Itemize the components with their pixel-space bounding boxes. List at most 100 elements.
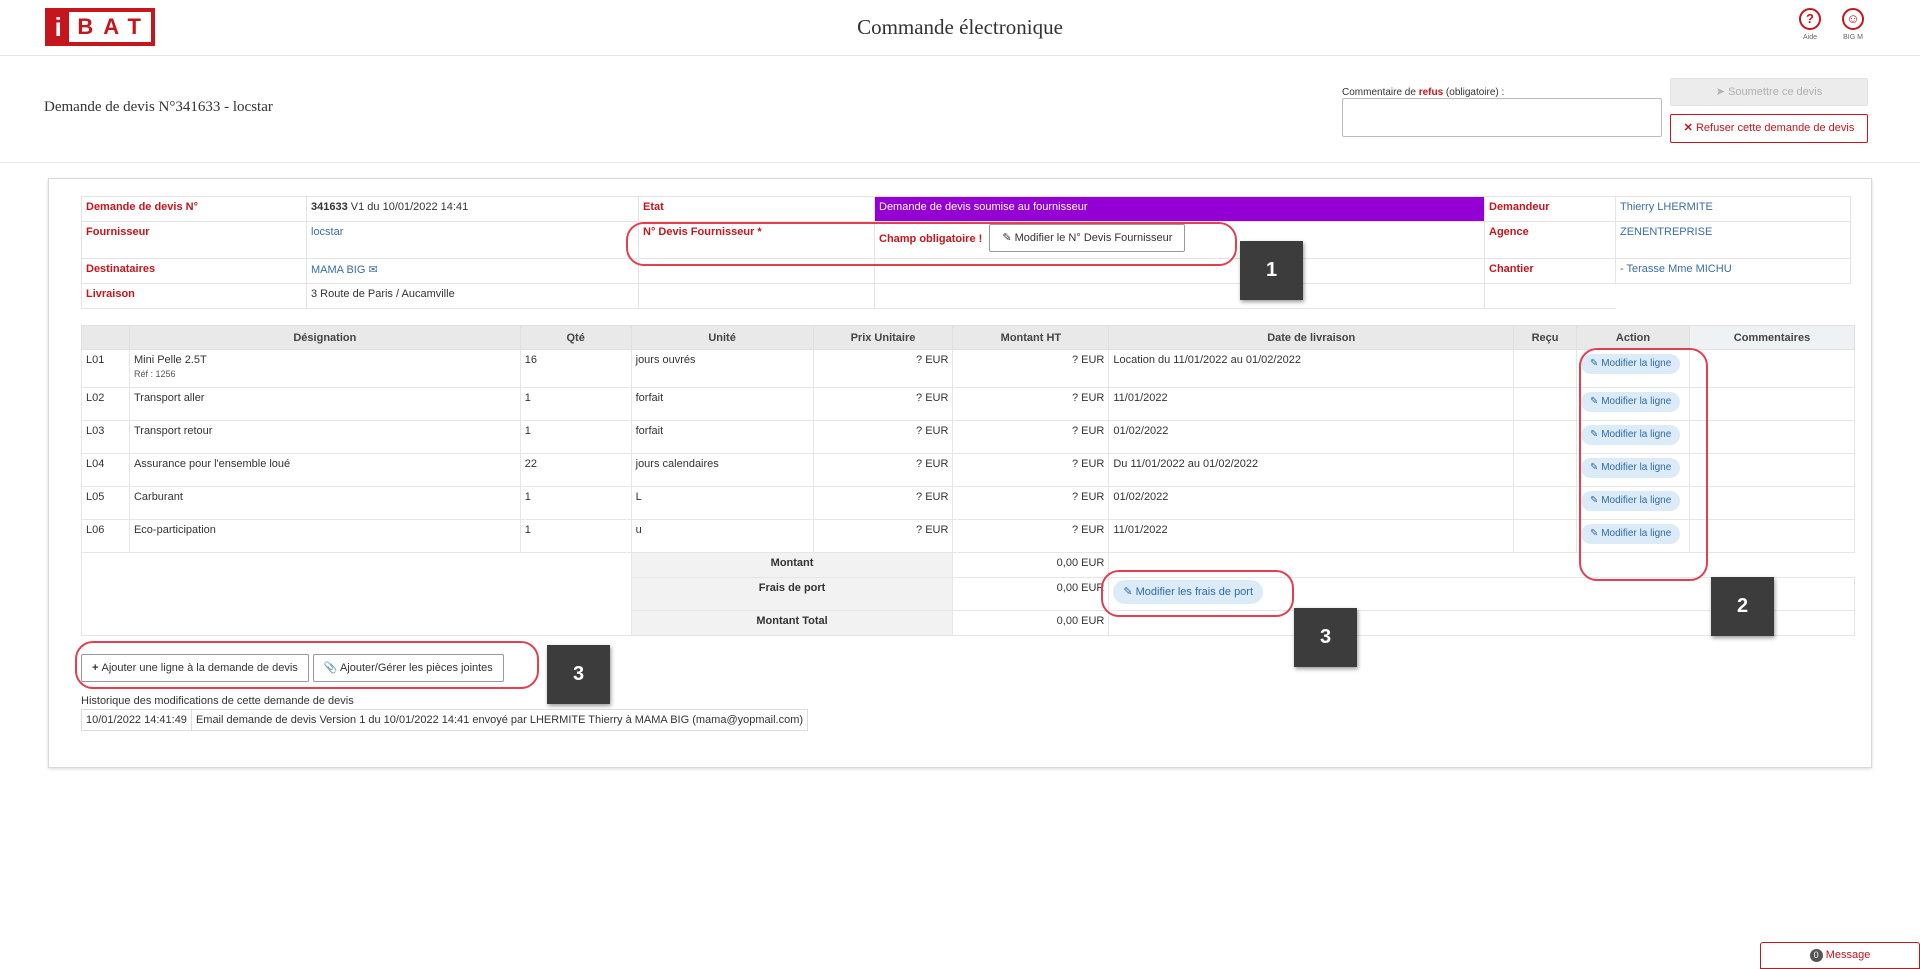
line-received [1513,453,1578,487]
totals-spacer [81,552,632,636]
user-button[interactable]: ☺ BIG M [1838,8,1868,41]
line-unit: forfait [630,387,814,421]
demandeur-label: Demandeur [1484,196,1616,222]
line-delivery-date: Location du 11/01/2022 au 01/02/2022 [1108,349,1515,388]
total-label: Montant Total [630,610,954,636]
line-delivery-date: 11/01/2022 [1108,387,1515,421]
history-table: 10/01/2022 14:41:49 Email demande de dev… [81,709,809,731]
livraison-label: Livraison [81,283,307,309]
line-designation: Mini Pelle 2.5T Réf : 1256 [128,349,521,388]
line-unit-price: ? EUR [812,420,954,454]
etat-value: Demande de devis soumise au fournisseur [874,196,1485,222]
demande-label: Demande de devis N° [81,196,307,222]
agence-value[interactable]: ZENENTREPRISE [1615,221,1851,259]
comment-label-prefix: Commentaire de [1342,87,1419,98]
montant-value: 0,00 EUR [952,552,1110,578]
help-button[interactable]: ? Aide [1795,8,1825,41]
annotation-highlight-2 [1579,348,1708,581]
demande-number: 341633 [311,201,348,213]
history-title: Historique des modifications de cette de… [81,695,354,707]
annotation-highlight-3-shipping [1101,570,1294,617]
envelope-icon[interactable]: ✉ [368,264,377,276]
demandeur-value[interactable]: Thierry LHERMITE [1615,196,1851,222]
frais-label: Frais de port [630,577,954,611]
destinataires-value[interactable]: MAMA BIG ✉ [306,258,639,284]
empty-cell [874,283,1485,309]
col-designation: Désignation [128,325,521,350]
line-amount-ht: ? EUR [952,387,1110,421]
annotation-badge-1: 1 [1240,241,1303,300]
line-delivery-date: 01/02/2022 [1108,486,1515,520]
annotation-badge-2: 2 [1711,577,1774,636]
line-qty: 1 [519,420,632,454]
destinataire-name: MAMA BIG [311,264,366,276]
message-button[interactable]: 0 Message [1760,942,1920,969]
line-amount-ht: ? EUR [952,349,1110,388]
send-icon: ➤ [1715,86,1729,98]
line-received [1513,420,1578,454]
annotation-highlight-3-buttons [75,641,539,689]
line-unit-price: ? EUR [812,349,954,388]
col-action: Action [1576,325,1690,350]
col-delivery-date: Date de livraison [1108,325,1515,350]
line-qty: 16 [519,349,632,388]
user-icon: ☺ [1842,8,1864,30]
line-code: L03 [81,420,130,454]
comment-label: Commentaire de refus (obligatoire) : [1342,87,1504,98]
close-icon: ✕ [1683,122,1696,134]
line-delivery-date: 11/01/2022 [1108,519,1515,553]
etat-label: Etat [638,196,875,222]
line-comments [1689,349,1855,388]
line-amount-ht: ? EUR [952,420,1110,454]
submit-quote-button[interactable]: ➤ Soumettre ce devis [1670,78,1868,106]
line-comments [1689,486,1855,520]
page-title: Demande de devis N°341633 - locstar [44,99,273,115]
line-code: L04 [81,453,130,487]
fournisseur-value[interactable]: locstar [306,221,639,259]
annotation-badge-3-buttons: 3 [547,645,610,704]
montant-label: Montant [630,552,954,578]
chantier-value[interactable]: - Terasse Mme MICHU [1615,258,1851,284]
line-amount-ht: ? EUR [952,453,1110,487]
refuse-request-label: Refuser cette demande de devis [1695,122,1855,134]
col-amount-ht: Montant HT [952,325,1110,350]
col-code [81,325,130,350]
line-comments [1689,387,1855,421]
line-designation: Carburant [128,486,521,520]
demande-version: V1 du 10/01/2022 14:41 [347,201,469,213]
line-delivery-date: Du 11/01/2022 au 01/02/2022 [1108,453,1515,487]
col-qty: Qté [519,325,632,350]
help-label: Aide [1802,34,1817,41]
refuse-request-button[interactable]: ✕ Refuser cette demande de devis [1670,114,1868,143]
line-unit-price: ? EUR [812,519,954,553]
destinataires-label: Destinataires [81,258,307,284]
user-label: BIG M [1843,34,1863,41]
line-qty: 1 [519,387,632,421]
line-unit-price: ? EUR [812,453,954,487]
comment-label-bold: refus [1418,87,1444,98]
header-divider [0,162,1920,163]
top-bar: i BAT Commande électronique ? Aide ☺ BIG… [0,0,1920,56]
annotation-badge-3-shipping: 3 [1294,608,1357,667]
history-text: Email demande de devis Version 1 du 10/0… [190,709,809,731]
line-qty: 1 [519,519,632,553]
designation-text: Mini Pelle 2.5T [133,354,207,366]
refusal-comment-input[interactable] [1342,98,1662,137]
comment-label-suffix: (obligatoire) : [1443,87,1505,98]
agence-label: Agence [1484,221,1616,259]
line-unit-price: ? EUR [812,486,954,520]
submit-quote-label: Soumettre ce devis [1728,86,1823,98]
line-designation: Transport retour [128,420,521,454]
line-code: L01 [81,349,130,388]
demande-value: 341633 V1 du 10/01/2022 14:41 [306,196,639,222]
annotation-highlight-1 [626,222,1237,266]
line-received [1513,387,1578,421]
line-designation: Assurance pour l'ensemble loué [128,453,521,487]
col-unit: Unité [630,325,814,350]
line-comments [1689,519,1855,553]
line-unit: jours calendaires [630,453,814,487]
empty-cell [638,283,875,309]
message-label: Message [1825,949,1871,961]
line-comments [1689,453,1855,487]
line-code: L06 [81,519,130,553]
